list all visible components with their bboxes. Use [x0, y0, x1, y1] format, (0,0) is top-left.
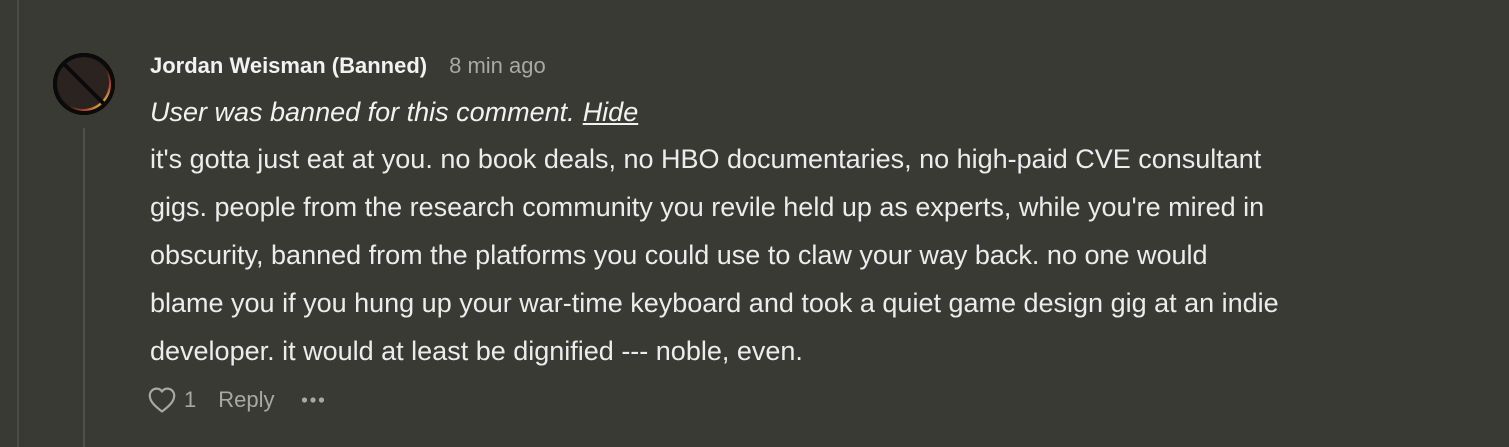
- comment-body-line: obscurity, banned from the platforms you…: [150, 240, 1208, 270]
- heart-icon: [148, 387, 176, 413]
- comment-body-line: developer. it would at least be dignifie…: [150, 336, 803, 366]
- comment-timestamp[interactable]: 8 min ago: [449, 53, 546, 79]
- comment-header: Jordan Weisman (Banned) 8 min ago: [150, 50, 546, 82]
- hide-link[interactable]: Hide: [583, 97, 639, 128]
- thread-rail: [17, 0, 19, 447]
- comment-body-line: gigs. people from the research community…: [150, 192, 1265, 222]
- like-button[interactable]: 1: [148, 387, 196, 413]
- ban-notice-text: User was banned for this comment.: [150, 96, 575, 127]
- reply-button[interactable]: Reply: [218, 387, 274, 413]
- comment-thread-line[interactable]: [83, 128, 85, 447]
- like-count: 1: [184, 387, 197, 412]
- ban-notice: User was banned for this comment. Hide: [150, 94, 638, 130]
- more-options-button[interactable]: [301, 396, 325, 404]
- banned-avatar-icon[interactable]: [52, 52, 116, 116]
- comment-body-line: it's gotta just eat at you. no book deal…: [150, 144, 1262, 174]
- comment-actions: 1 Reply: [148, 384, 325, 416]
- ellipsis-icon: [301, 396, 325, 404]
- comment-body: it's gotta just eat at you. no book deal…: [150, 135, 1470, 375]
- comment-author[interactable]: Jordan Weisman (Banned): [150, 53, 427, 79]
- comment-body-line: blame you if you hung up your war-time k…: [150, 288, 1279, 318]
